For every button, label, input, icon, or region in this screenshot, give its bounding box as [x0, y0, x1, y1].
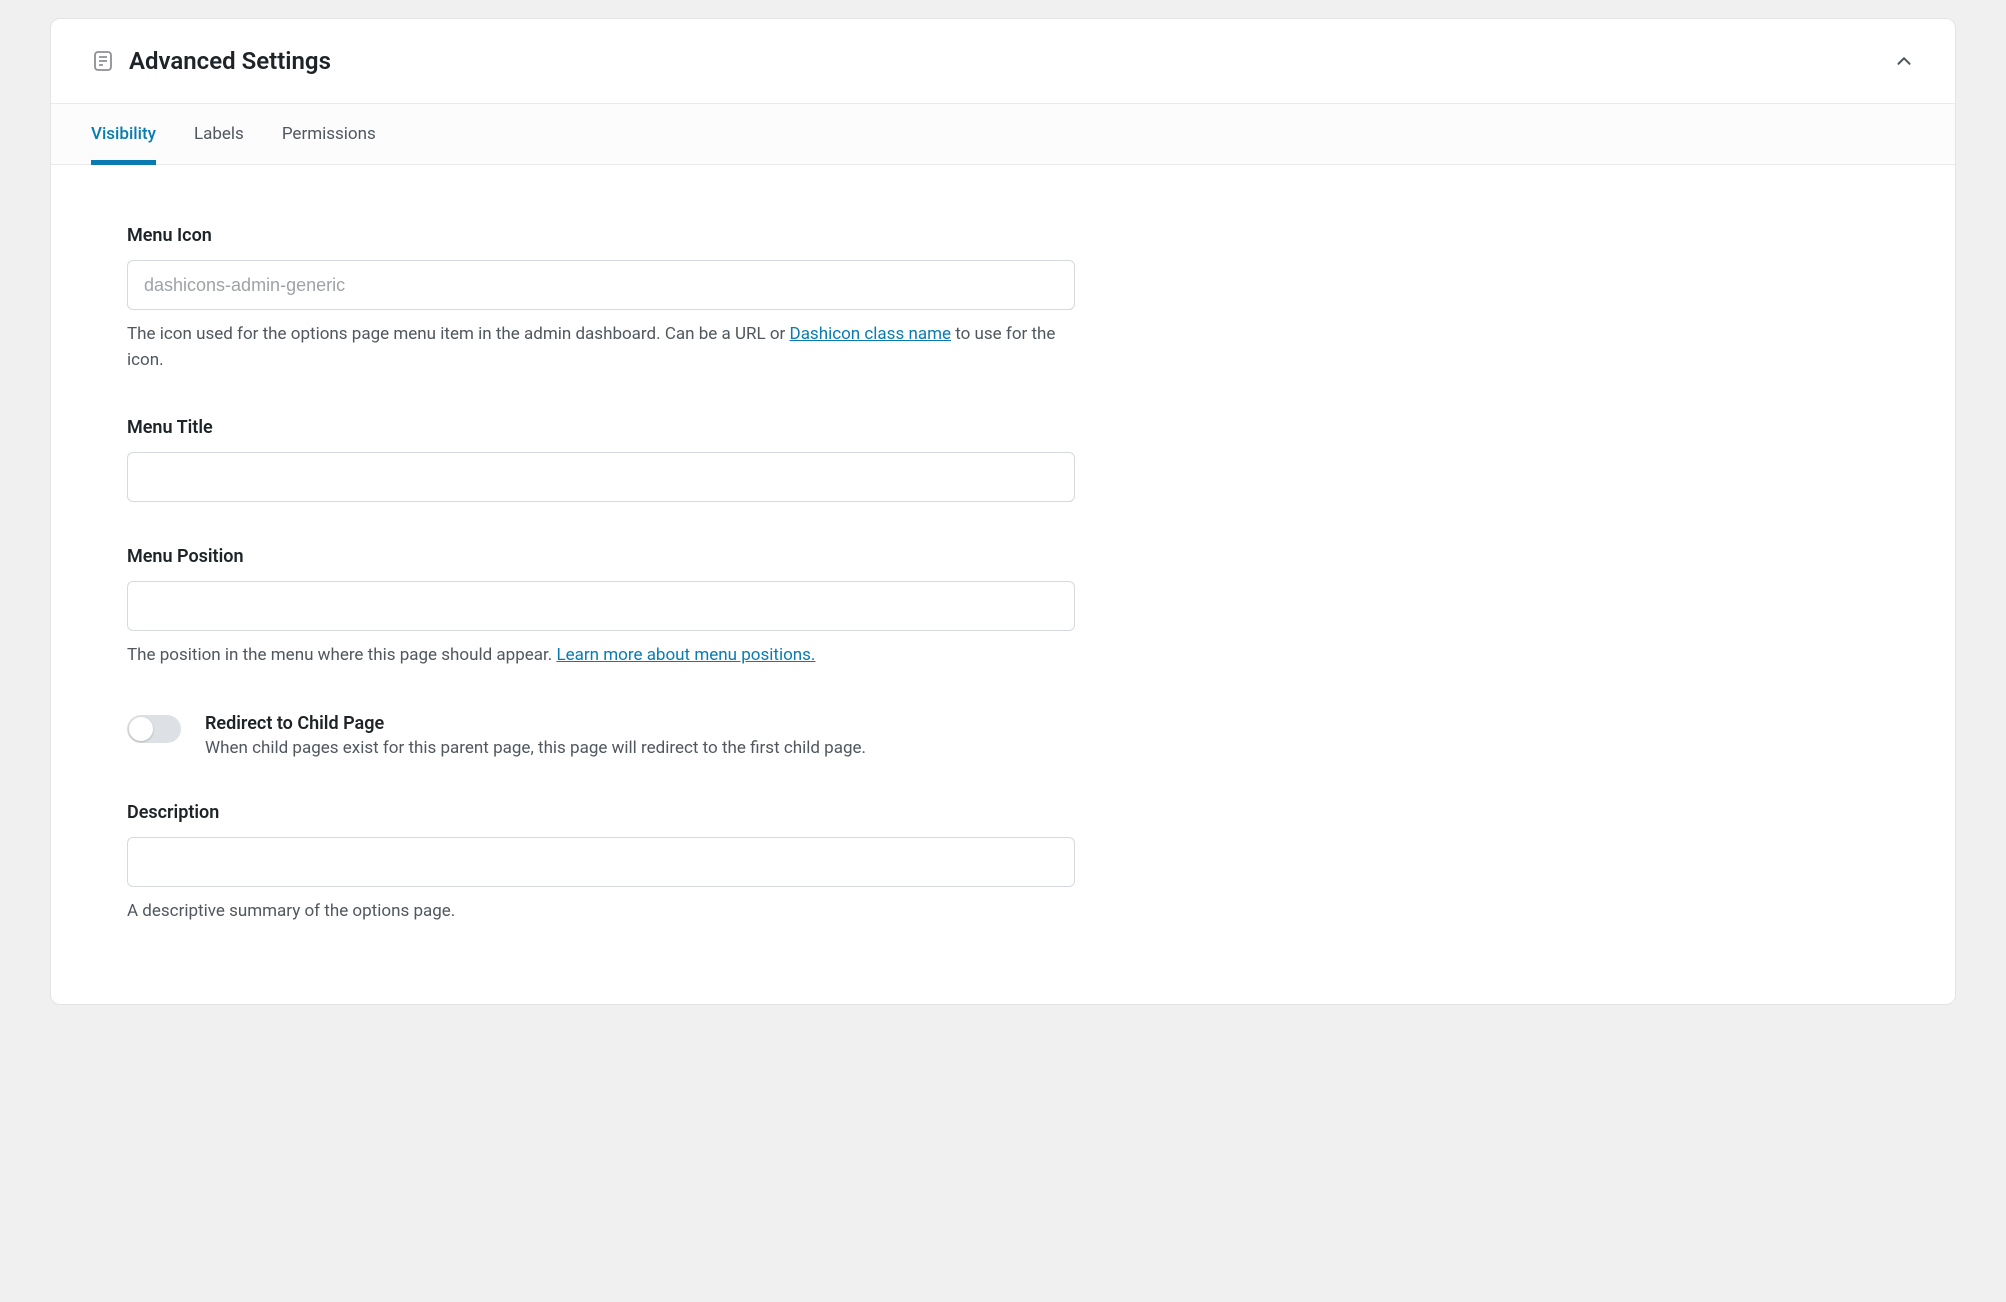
redirect-toggle[interactable] [127, 715, 181, 743]
chevron-up-icon [1893, 50, 1915, 72]
menu-position-help-text: The position in the menu where this page… [127, 645, 556, 665]
menu-position-label: Menu Position [127, 546, 1075, 567]
toggle-knob [129, 717, 153, 741]
advanced-settings-panel: Advanced Settings Visibility Labels Perm… [50, 18, 1956, 1005]
tabs: Visibility Labels Permissions [51, 103, 1955, 165]
panel-header: Advanced Settings [51, 19, 1955, 103]
menu-position-link[interactable]: Learn more about menu positions. [556, 645, 815, 665]
collapse-toggle[interactable] [1893, 50, 1915, 72]
redirect-help: When child pages exist for this parent p… [205, 738, 866, 758]
menu-icon-help-text-before: The icon used for the options page menu … [127, 324, 790, 344]
tab-permissions[interactable]: Permissions [282, 104, 376, 164]
description-input[interactable] [127, 837, 1075, 887]
menu-icon-help: The icon used for the options page menu … [127, 322, 1075, 373]
tab-labels[interactable]: Labels [194, 104, 244, 164]
tab-visibility[interactable]: Visibility [91, 104, 156, 164]
description-help: A descriptive summary of the options pag… [127, 899, 1075, 925]
menu-icon-label: Menu Icon [127, 225, 1075, 246]
menu-icon-input[interactable] [127, 260, 1075, 310]
menu-position-input[interactable] [127, 581, 1075, 631]
redirect-label: Redirect to Child Page [205, 713, 866, 734]
redirect-text: Redirect to Child Page When child pages … [205, 713, 866, 758]
content: Menu Icon The icon used for the options … [51, 165, 1151, 1004]
menu-position-help: The position in the menu where this page… [127, 643, 1075, 669]
field-menu-title: Menu Title [127, 417, 1075, 502]
menu-title-label: Menu Title [127, 417, 1075, 438]
field-description: Description A descriptive summary of the… [127, 802, 1075, 925]
panel-header-left: Advanced Settings [91, 47, 331, 75]
field-redirect: Redirect to Child Page When child pages … [127, 713, 1075, 758]
panel-title: Advanced Settings [129, 47, 331, 75]
document-icon [91, 49, 115, 73]
dashicon-link[interactable]: Dashicon class name [790, 324, 951, 344]
description-label: Description [127, 802, 1075, 823]
menu-title-input[interactable] [127, 452, 1075, 502]
field-menu-position: Menu Position The position in the menu w… [127, 546, 1075, 669]
field-menu-icon: Menu Icon The icon used for the options … [127, 225, 1075, 373]
